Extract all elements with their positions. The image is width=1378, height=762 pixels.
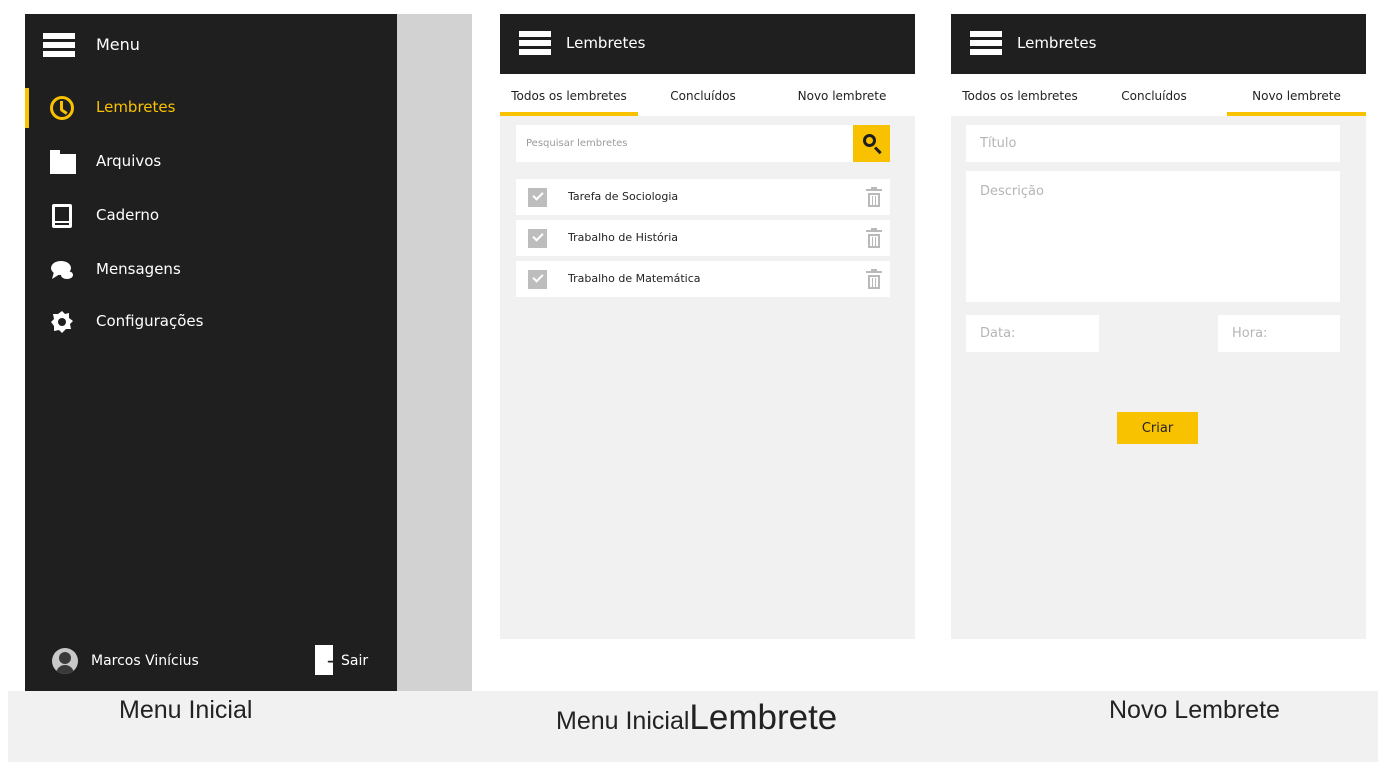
app-bar: Lembretes: [500, 14, 915, 74]
time-field[interactable]: [1218, 315, 1340, 352]
app-title: Lembretes: [1017, 34, 1097, 52]
menu-title: Menu: [96, 35, 140, 54]
user-bar: Marcos Vinícius ➜ Sair: [25, 641, 397, 681]
tab-bar: Todos os lembretes Concluídos Novo lembr…: [500, 74, 915, 116]
tab-todos[interactable]: Todos os lembretes: [951, 74, 1089, 116]
menu-item-label: Mensagens: [96, 260, 181, 278]
caption-menu-inicial: Menu Inicial: [119, 696, 253, 724]
gear-icon: [51, 311, 73, 333]
avatar[interactable]: [52, 648, 78, 674]
menu-screen: Menu Lembretes Arquivos Caderno Mensagen…: [25, 14, 472, 691]
tab-bar: Todos os lembretes Concluídos Novo lembr…: [951, 74, 1366, 116]
tab-concluidos[interactable]: Concluídos: [655, 74, 751, 116]
menu-item-arquivos[interactable]: Arquivos: [25, 142, 397, 182]
side-menu: Menu Lembretes Arquivos Caderno Mensagen…: [25, 14, 397, 691]
menu-item-label: Configurações: [96, 312, 204, 330]
caption-novo-lembrete: Novo Lembrete: [1109, 696, 1280, 724]
menu-header: Menu: [25, 14, 397, 74]
search-bar: [516, 125, 890, 162]
hamburger-icon[interactable]: [970, 31, 1002, 55]
search-button[interactable]: [853, 125, 890, 162]
reminders-screen: Lembretes Todos os lembretes Concluídos …: [500, 14, 915, 639]
checkbox[interactable]: [528, 188, 547, 207]
list-item[interactable]: Trabalho de História: [516, 220, 890, 256]
hamburger-icon[interactable]: [519, 31, 551, 55]
screenshot-root: Menu Lembretes Arquivos Caderno Mensagen…: [0, 0, 1378, 762]
reminder-label: Trabalho de Matemática: [568, 272, 701, 285]
new-reminder-screen: Lembretes Todos os lembretes Concluídos …: [951, 14, 1366, 639]
search-input[interactable]: [516, 125, 853, 162]
list-item[interactable]: Tarefa de Sociologia: [516, 179, 890, 215]
trash-icon[interactable]: [866, 228, 882, 248]
menu-item-label: Lembretes: [96, 98, 176, 116]
menu-item-label: Arquivos: [96, 152, 162, 170]
trash-icon[interactable]: [866, 187, 882, 207]
logout-label: Sair: [341, 653, 369, 669]
logout-icon: ➜: [315, 645, 339, 675]
logout-button[interactable]: ➜ Sair: [315, 645, 385, 677]
date-field[interactable]: [966, 315, 1099, 352]
menu-item-mensagens[interactable]: Mensagens: [25, 250, 397, 290]
tab-concluidos[interactable]: Concluídos: [1106, 74, 1202, 116]
clock-icon: [50, 96, 74, 120]
hamburger-icon[interactable]: [43, 33, 75, 57]
trash-icon[interactable]: [866, 269, 882, 289]
tab-todos[interactable]: Todos os lembretes: [500, 74, 638, 116]
menu-item-label: Caderno: [96, 206, 160, 224]
app-title: Lembretes: [566, 34, 646, 52]
checkbox[interactable]: [528, 229, 547, 248]
caption-suffix: Lembrete: [689, 698, 838, 737]
reminder-label: Trabalho de História: [568, 231, 679, 244]
reminder-label: Tarefa de Sociologia: [568, 190, 679, 203]
user-name: Marcos Vinícius: [91, 653, 199, 669]
tab-novo[interactable]: Novo lembrete: [787, 74, 897, 116]
content-overlay[interactable]: [397, 14, 472, 691]
menu-item-caderno[interactable]: Caderno: [25, 196, 397, 236]
menu-item-lembretes[interactable]: Lembretes: [25, 88, 397, 128]
tab-novo[interactable]: Novo lembrete: [1227, 74, 1366, 116]
folder-icon: [50, 150, 76, 174]
description-field[interactable]: [966, 171, 1340, 302]
menu-item-configuracoes[interactable]: Configurações: [25, 302, 397, 342]
caption-lembrete: Menu InicialLembrete: [556, 698, 837, 738]
notebook-icon: [52, 204, 72, 228]
caption-prefix: Menu Inicial: [556, 707, 690, 735]
app-bar: Lembretes: [951, 14, 1366, 74]
chat-icon: [51, 261, 73, 279]
create-button[interactable]: Criar: [1117, 412, 1198, 444]
checkbox[interactable]: [528, 270, 547, 289]
title-field[interactable]: [966, 125, 1340, 162]
list-item[interactable]: Trabalho de Matemática: [516, 261, 890, 297]
